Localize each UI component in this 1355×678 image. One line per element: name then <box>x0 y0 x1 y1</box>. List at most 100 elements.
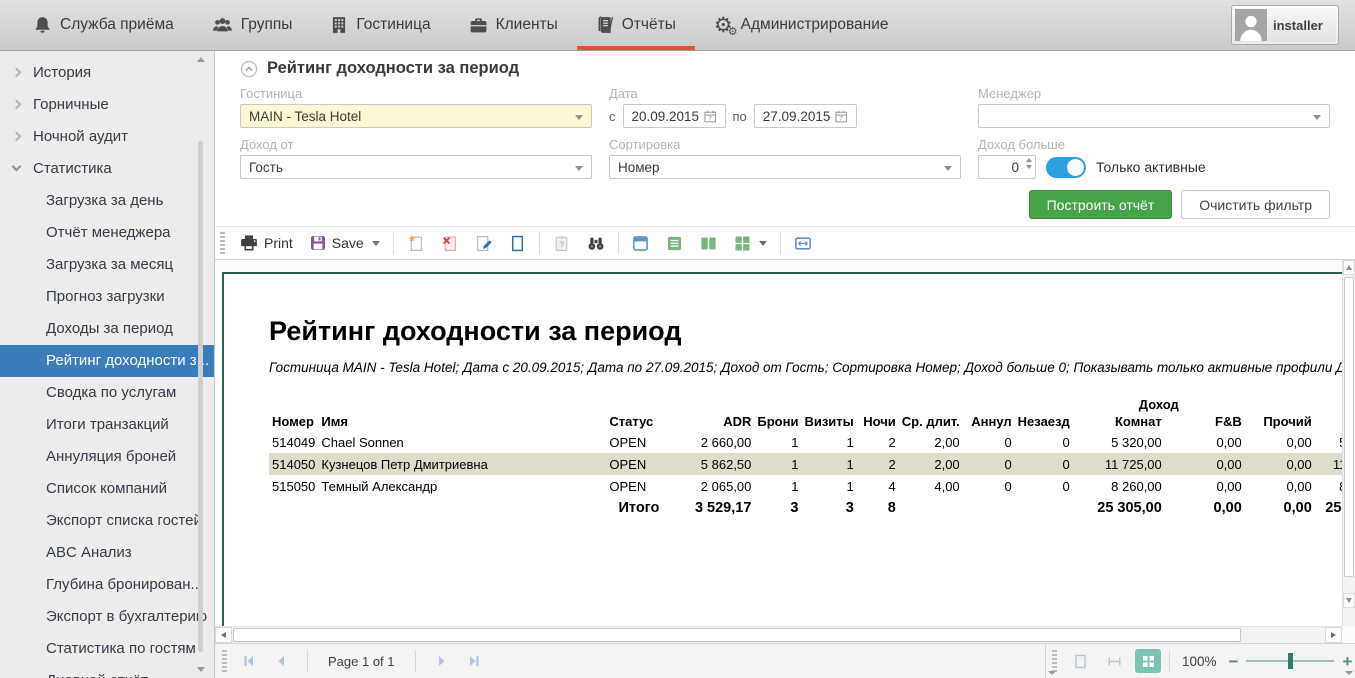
first-page-button[interactable] <box>235 648 261 674</box>
income-from-select[interactable]: Гость <box>240 155 592 179</box>
sidebar-item-label: Статистика по гостям <box>46 640 196 657</box>
next-page-button[interactable] <box>430 648 456 674</box>
sidebar-item-booking-depth[interactable]: Глубина бронирован... <box>0 569 214 601</box>
hotel-label: Гостиница <box>240 86 592 101</box>
page-delete-button[interactable] <box>437 233 462 254</box>
sidebar-item-manager-report[interactable]: Отчёт менеджера <box>0 217 214 249</box>
sidebar-item-label: Экспорт списка гостей <box>46 512 202 529</box>
view-two-pages-button[interactable] <box>696 233 721 254</box>
fit-width-button[interactable] <box>790 233 816 254</box>
sidebar-item-transaction-totals[interactable]: Итоги транзакций <box>0 409 214 441</box>
calendar-icon[interactable]: 7 <box>835 110 848 123</box>
nav-item-clients[interactable]: Клиенты <box>450 0 577 50</box>
pager-drag-handle[interactable] <box>222 650 227 672</box>
sidebar-item-abc-analysis[interactable]: ABC Анализ <box>0 537 214 569</box>
sidebar-scrollbar[interactable] <box>195 55 206 674</box>
last-page-button[interactable] <box>462 648 488 674</box>
nav-item-administration[interactable]: ⚙⚙Администрирование <box>695 0 908 50</box>
save-button[interactable]: Save <box>306 233 384 253</box>
page-new-button[interactable] <box>403 233 428 254</box>
hotel-select[interactable]: MAIN - Tesla Hotel <box>240 104 592 128</box>
sidebar-item-statistics[interactable]: Статистика <box>0 153 214 185</box>
table-row[interactable]: 515050Темный АлександрOPEN2 065,001144,0… <box>269 475 1342 497</box>
table-cell: Темный Александр <box>318 475 606 497</box>
view-single-blue-button[interactable] <box>628 233 653 254</box>
scroll-up-icon[interactable] <box>197 57 205 62</box>
nav-item-reports[interactable]: Отчёты <box>577 0 695 50</box>
nav-item-label: Клиенты <box>496 16 558 34</box>
nav-item-reception[interactable]: Служба приёма <box>14 0 193 50</box>
sidebar-item-night-audit[interactable]: Ночной аудит <box>0 121 214 153</box>
sidebar-item-load-per-month[interactable]: Загрузка за месяц <box>0 249 214 281</box>
sidebar-item-services-summary[interactable]: Сводка по услугам <box>0 377 214 409</box>
sidebar-item-clipped-item[interactable]: Дневной отчёт <box>0 665 214 678</box>
collapse-panel-caret-icon[interactable] <box>1345 671 1353 675</box>
zoom-slider[interactable] <box>1246 653 1334 669</box>
scroll-right-button[interactable] <box>1325 627 1342 643</box>
book-icon <box>596 16 614 34</box>
number-spinner[interactable] <box>1026 158 1032 169</box>
table-cell: 5 320,00 <box>1315 431 1342 453</box>
sidebar-item-load-forecast[interactable]: Прогноз загрузки <box>0 281 214 313</box>
totals-cell: 25 305,00 <box>1315 497 1342 519</box>
scroll-left-button[interactable] <box>215 627 232 643</box>
sidebar-item-guest-list-export[interactable]: Экспорт списка гостей <box>0 505 214 537</box>
chevron-right-icon <box>12 132 22 142</box>
sidebar-item-income-for-period[interactable]: Доходы за период <box>0 313 214 345</box>
sidebar-item-profit-rating[interactable]: Рейтинг доходности з... <box>0 345 214 377</box>
zoom-in-button[interactable]: + <box>1342 653 1352 670</box>
date-to-input[interactable]: 27.09.2015 7 <box>754 104 857 128</box>
build-report-button[interactable]: Построить отчёт <box>1029 190 1173 219</box>
table-row[interactable]: 514049Chael SonnenOPEN2 660,001122,00005… <box>269 431 1342 453</box>
sidebar-item-accounting-export[interactable]: Экспорт в бухгалтерию <box>0 601 214 633</box>
clipboard-button[interactable]: ? <box>549 233 574 254</box>
nav-item-hotel[interactable]: Гостиница <box>311 0 449 50</box>
page-setup-button[interactable] <box>505 233 530 254</box>
sidebar-item-cancellations[interactable]: Аннуляция броней <box>0 441 214 473</box>
hotel-select-value: MAIN - Tesla Hotel <box>249 109 361 124</box>
page-edit-button[interactable] <box>471 233 496 254</box>
sidebar-item-load-per-day[interactable]: Загрузка за день <box>0 185 214 217</box>
totals-cell <box>269 497 318 519</box>
income-more-input[interactable]: 0 <box>978 155 1036 179</box>
scroll-down-button[interactable] <box>1343 593 1355 608</box>
view-single-page-button[interactable] <box>1067 649 1093 673</box>
table-cell: 0 <box>1015 475 1073 497</box>
scroll-up-button[interactable] <box>1343 260 1355 275</box>
collapse-panel-caret-icon[interactable] <box>1048 671 1056 675</box>
print-button[interactable]: Print <box>236 232 297 254</box>
vertical-scrollbar[interactable] <box>1342 260 1355 626</box>
sidebar-item-history[interactable]: История <box>0 57 214 89</box>
manager-select[interactable] <box>978 104 1330 128</box>
zoom-drag-handle[interactable] <box>1052 650 1057 672</box>
fit-page-width-button[interactable] <box>1101 649 1127 673</box>
view-multiple-pages-button[interactable] <box>1135 649 1161 673</box>
nav-item-groups[interactable]: Группы <box>193 0 312 50</box>
calendar-icon[interactable]: 7 <box>704 110 717 123</box>
only-active-toggle[interactable] <box>1046 157 1086 178</box>
vertical-scroll-thumb[interactable] <box>1344 277 1354 577</box>
sidebar-item-company-list[interactable]: Список компаний <box>0 473 214 505</box>
view-multi-pages-button[interactable] <box>730 233 771 254</box>
horizontal-scroll-thumb[interactable] <box>233 628 1241 642</box>
clear-filter-button[interactable]: Очистить фильтр <box>1181 190 1330 219</box>
sidebar-item-housekeeping[interactable]: Горничные <box>0 89 214 121</box>
chevron-down-icon <box>1313 115 1321 120</box>
view-single-green-button[interactable] <box>662 233 687 254</box>
zoom-slider-thumb[interactable] <box>1288 653 1293 669</box>
sidebar-item-guest-statistics[interactable]: Статистика по гостям <box>0 633 214 665</box>
find-button[interactable] <box>583 233 609 254</box>
sorting-select[interactable]: Номер <box>609 155 961 179</box>
toolbar-drag-handle[interactable] <box>220 232 225 254</box>
date-from-input[interactable]: 20.09.2015 7 <box>623 104 726 128</box>
income-more-label: Доход больше <box>978 137 1330 152</box>
zoom-out-button[interactable]: − <box>1229 653 1239 670</box>
user-menu-button[interactable]: installer <box>1231 5 1339 45</box>
scroll-down-icon[interactable] <box>197 667 205 672</box>
horizontal-scrollbar[interactable] <box>215 626 1342 643</box>
table-row[interactable]: 514050Кузнецов Петр ДмитриевнаOPEN5 862,… <box>269 453 1342 475</box>
table-cell: 0 <box>963 453 1015 475</box>
sidebar-scroll-thumb[interactable] <box>198 141 203 652</box>
previous-page-button[interactable] <box>267 648 293 674</box>
collapse-panel-icon[interactable] <box>240 60 258 78</box>
